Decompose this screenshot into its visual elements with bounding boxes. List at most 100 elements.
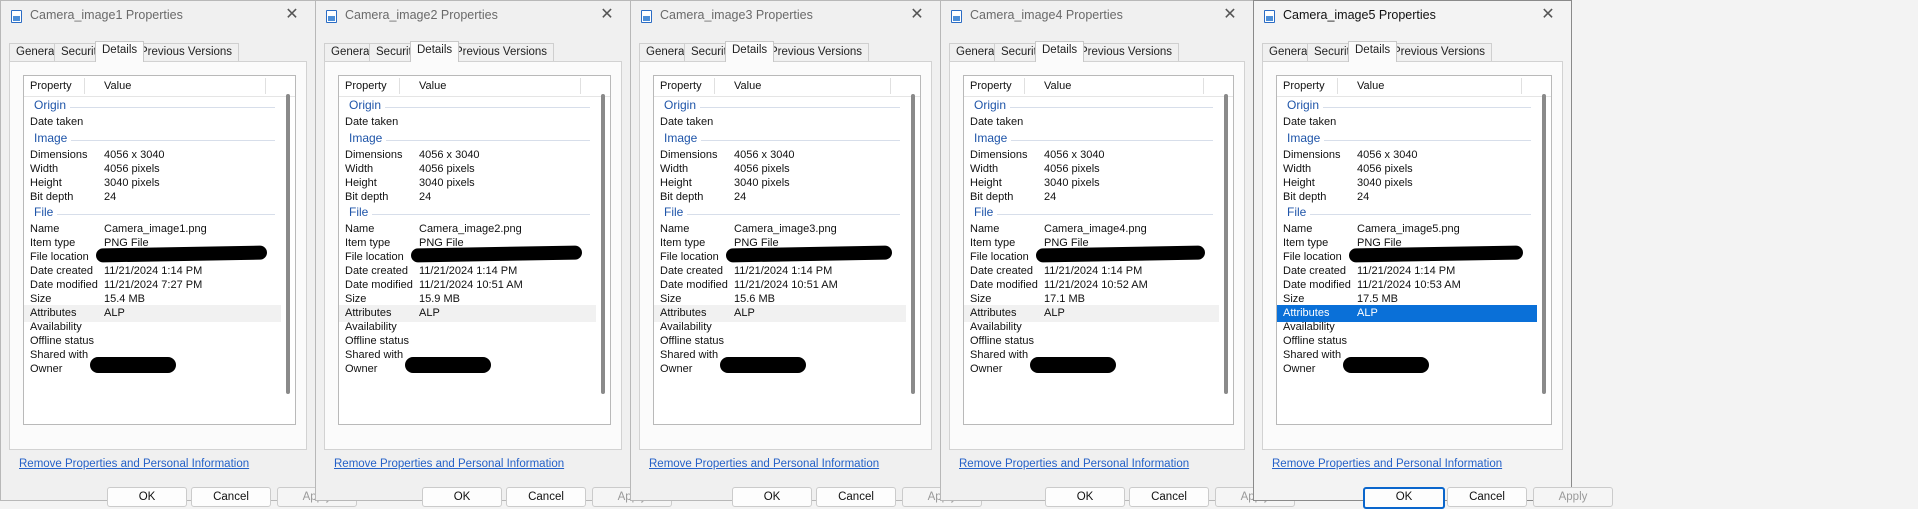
details-panel: Property Value Origin Date taken Image Dimens… bbox=[639, 61, 932, 450]
title-bar: Camera_image2 Properties ✕ bbox=[316, 1, 630, 31]
property-row-date-taken[interactable]: Date taken bbox=[1277, 114, 1537, 131]
title-bar: Camera_image1 Properties ✕ bbox=[1, 1, 315, 31]
file-properties-icon bbox=[641, 10, 652, 23]
property-row-date-taken[interactable]: Date taken bbox=[339, 114, 596, 131]
ok-button[interactable]: OK bbox=[1045, 487, 1125, 507]
property-list[interactable]: Property Value Origin Date taken Image Dimens… bbox=[963, 75, 1234, 425]
details-panel: Property Value Origin Date taken Image Dimens… bbox=[9, 61, 307, 450]
tab-details[interactable]: Details bbox=[1348, 41, 1398, 62]
column-header-property[interactable]: Property bbox=[345, 80, 387, 92]
ok-button[interactable]: OK bbox=[107, 487, 187, 507]
column-divider[interactable] bbox=[1203, 78, 1204, 94]
scrollbar-thumb[interactable] bbox=[911, 94, 915, 394]
property-row-date-taken[interactable]: Date taken bbox=[24, 114, 281, 131]
property-value: 24 bbox=[104, 191, 117, 203]
cancel-button[interactable]: Cancel bbox=[191, 487, 271, 507]
column-divider[interactable] bbox=[580, 78, 581, 94]
file-properties-icon bbox=[951, 10, 962, 23]
remove-properties-link[interactable]: Remove Properties and Personal Informati… bbox=[19, 458, 249, 470]
property-name: Owner bbox=[345, 363, 378, 375]
ok-button[interactable]: OK bbox=[422, 487, 502, 507]
scrollbar-thumb[interactable] bbox=[1224, 94, 1228, 394]
property-row-date-taken[interactable]: Date taken bbox=[964, 114, 1219, 131]
group-label: Image bbox=[349, 131, 387, 145]
tab-previous-versions[interactable]: Previous Versions bbox=[763, 43, 870, 61]
property-row-bit-depth[interactable]: Bit depth 24 bbox=[339, 189, 596, 206]
tab-previous-versions[interactable]: Previous Versions bbox=[1073, 43, 1180, 61]
column-divider[interactable] bbox=[1337, 78, 1338, 94]
cancel-button[interactable]: Cancel bbox=[1447, 487, 1527, 507]
file-properties-icon bbox=[1264, 10, 1275, 23]
property-name: Date taken bbox=[660, 116, 714, 128]
close-button[interactable]: ✕ bbox=[1219, 4, 1241, 26]
column-header-value[interactable]: Value bbox=[1044, 80, 1071, 92]
property-list[interactable]: Property Value Origin Date taken Image Dimens… bbox=[1276, 75, 1552, 425]
column-header-value[interactable]: Value bbox=[419, 80, 446, 92]
column-header-property[interactable]: Property bbox=[970, 80, 1012, 92]
column-divider[interactable] bbox=[1521, 78, 1522, 94]
property-row-bit-depth[interactable]: Bit depth 24 bbox=[1277, 189, 1537, 206]
apply-button[interactable]: Apply bbox=[1533, 487, 1613, 507]
close-button[interactable]: ✕ bbox=[1537, 4, 1559, 26]
property-row-bit-depth[interactable]: Bit depth 24 bbox=[24, 189, 281, 206]
remove-properties-link[interactable]: Remove Properties and Personal Informati… bbox=[334, 458, 564, 470]
vertical-scrollbar[interactable] bbox=[1537, 76, 1551, 424]
property-row-bit-depth[interactable]: Bit depth 24 bbox=[654, 189, 906, 206]
column-header-value[interactable]: Value bbox=[734, 80, 761, 92]
vertical-scrollbar[interactable] bbox=[281, 76, 295, 424]
column-divider[interactable] bbox=[1024, 78, 1025, 94]
scrollbar-thumb[interactable] bbox=[601, 94, 605, 394]
group-divider bbox=[1287, 107, 1531, 108]
column-divider[interactable] bbox=[265, 78, 266, 94]
ok-button[interactable]: OK bbox=[1363, 487, 1445, 509]
scrollbar-thumb[interactable] bbox=[1542, 94, 1546, 394]
scrollbar-thumb[interactable] bbox=[286, 94, 290, 394]
cancel-button[interactable]: Cancel bbox=[816, 487, 896, 507]
list-header: Property Value bbox=[339, 76, 610, 97]
column-header-value[interactable]: Value bbox=[1357, 80, 1384, 92]
column-header-property[interactable]: Property bbox=[1283, 80, 1325, 92]
close-button[interactable]: ✕ bbox=[906, 4, 928, 26]
property-list[interactable]: Property Value Origin Date taken Image Dimens… bbox=[23, 75, 296, 425]
list-header: Property Value bbox=[24, 76, 295, 97]
tab-details[interactable]: Details bbox=[95, 41, 145, 62]
close-button[interactable]: ✕ bbox=[281, 4, 303, 26]
redaction-scribble bbox=[1343, 357, 1429, 373]
vertical-scrollbar[interactable] bbox=[906, 76, 920, 424]
properties-dialog: Camera_image5 Properties ✕ General Security… bbox=[1253, 0, 1613, 509]
redaction-scribble bbox=[95, 245, 268, 263]
remove-properties-link[interactable]: Remove Properties and Personal Informati… bbox=[1272, 458, 1502, 470]
vertical-scrollbar[interactable] bbox=[1219, 76, 1233, 424]
dialog-title: Camera_image4 Properties bbox=[970, 8, 1123, 22]
redaction-scribble bbox=[725, 245, 893, 263]
property-row-bit-depth[interactable]: Bit depth 24 bbox=[964, 189, 1219, 206]
ok-button[interactable]: OK bbox=[732, 487, 812, 507]
column-header-value[interactable]: Value bbox=[104, 80, 131, 92]
tab-details[interactable]: Details bbox=[1035, 41, 1085, 62]
property-name: Owner bbox=[660, 363, 693, 375]
column-divider[interactable] bbox=[714, 78, 715, 94]
tab-details[interactable]: Details bbox=[725, 41, 775, 62]
tab-previous-versions[interactable]: Previous Versions bbox=[133, 43, 240, 61]
column-header-property[interactable]: Property bbox=[660, 80, 702, 92]
property-name: Bit depth bbox=[660, 191, 704, 203]
vertical-scrollbar[interactable] bbox=[596, 76, 610, 424]
column-divider[interactable] bbox=[84, 78, 85, 94]
cancel-button[interactable]: Cancel bbox=[1129, 487, 1209, 507]
property-row-date-taken[interactable]: Date taken bbox=[654, 114, 906, 131]
column-divider[interactable] bbox=[399, 78, 400, 94]
remove-properties-link[interactable]: Remove Properties and Personal Informati… bbox=[959, 458, 1189, 470]
property-list[interactable]: Property Value Origin Date taken Image Dimens… bbox=[653, 75, 921, 425]
property-list[interactable]: Property Value Origin Date taken Image Dimens… bbox=[338, 75, 611, 425]
close-button[interactable]: ✕ bbox=[596, 4, 618, 26]
tab-details[interactable]: Details bbox=[410, 41, 460, 62]
title-bar: Camera_image5 Properties ✕ bbox=[1254, 1, 1571, 31]
tab-previous-versions[interactable]: Previous Versions bbox=[1386, 43, 1493, 61]
redaction-scribble bbox=[1035, 245, 1206, 263]
remove-properties-link[interactable]: Remove Properties and Personal Informati… bbox=[649, 458, 879, 470]
column-divider[interactable] bbox=[890, 78, 891, 94]
cancel-button[interactable]: Cancel bbox=[506, 487, 586, 507]
column-header-property[interactable]: Property bbox=[30, 80, 72, 92]
tab-previous-versions[interactable]: Previous Versions bbox=[448, 43, 555, 61]
property-name: Date taken bbox=[970, 116, 1024, 128]
